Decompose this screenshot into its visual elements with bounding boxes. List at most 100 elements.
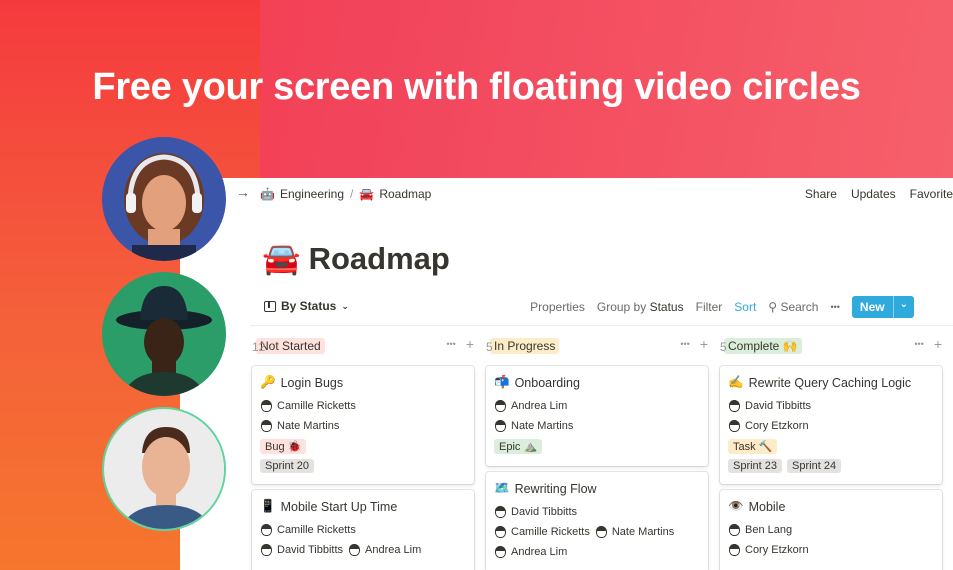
tag-row: Sprint 23 Sprint 24: [728, 459, 842, 473]
person: David Tibbitts: [495, 506, 577, 518]
person: Camille Ricketts: [261, 524, 356, 536]
new-button-label: New: [859, 300, 885, 314]
page-title: 🚘 Roadmap: [262, 240, 450, 277]
filter-button[interactable]: Filter: [696, 300, 723, 314]
card-title-text: Mobile Start Up Time: [280, 499, 398, 514]
add-icon[interactable]: +: [934, 336, 942, 352]
avatar-icon: [261, 420, 272, 432]
person-name: Andrea Lim: [511, 546, 568, 558]
updates-button[interactable]: Updates: [851, 187, 896, 201]
properties-button[interactable]: Properties: [530, 300, 585, 314]
toolbar-actions: Properties Group by Status Filter Sort ⚲…: [530, 296, 914, 318]
person-row: David Tibbitts: [495, 506, 577, 518]
column-tools: ••• +: [446, 336, 474, 352]
group-by-button[interactable]: Group by Status: [597, 300, 684, 314]
avatar-icon: [729, 400, 740, 412]
person: Nate Martins: [261, 420, 339, 432]
woman-headphones-portrait: [102, 137, 226, 261]
column-status-tag[interactable]: Complete 🙌: [724, 338, 802, 354]
avatar-icon: [349, 544, 361, 556]
card-icon: 📱: [260, 499, 276, 513]
person: Nate Martins: [495, 420, 573, 432]
video-circle-2[interactable]: [102, 272, 226, 396]
property-tag[interactable]: Task 🔨: [728, 439, 778, 454]
property-tag[interactable]: Sprint 20: [260, 459, 315, 473]
person-name: Cory Etzkorn: [745, 544, 809, 556]
person-row: Nate Martins: [495, 420, 573, 432]
person: Andrea Lim: [495, 400, 567, 412]
avatar-icon: [495, 420, 506, 432]
board-column: In Progress 5 ••• + 📬 Onboarding Andrea Lim Nat…: [486, 336, 708, 570]
person-row: Andrea Lim: [495, 400, 567, 412]
new-button[interactable]: New ⌄: [851, 296, 914, 318]
board-card[interactable]: 📱 Mobile Start Up Time Camille Ricketts Dav…: [252, 490, 474, 570]
breadcrumb-item-roadmap[interactable]: 🚘 Roadmap: [359, 187, 431, 201]
more-options-icon[interactable]: •••: [914, 336, 923, 352]
person-row: Cory Etzkorn: [729, 544, 809, 556]
chevron-down-icon[interactable]: ⌄: [892, 296, 914, 318]
sort-button[interactable]: Sort: [734, 300, 756, 314]
robot-icon: 🤖: [260, 187, 275, 201]
person-name: Camille Ricketts: [277, 400, 356, 412]
avatar-icon: [261, 544, 272, 556]
add-icon[interactable]: +: [466, 336, 474, 352]
video-circle-3[interactable]: [102, 407, 226, 531]
person: Camille Ricketts: [495, 526, 590, 538]
man-portrait: [104, 409, 224, 529]
person-name: Nate Martins: [511, 420, 574, 432]
breadcrumb-item-engineering[interactable]: 🤖 Engineering: [260, 187, 344, 201]
column-status-tag[interactable]: In Progress: [490, 338, 560, 354]
column-header: Not Started 12 ••• +: [252, 336, 474, 356]
headline: Free your screen with floating video cir…: [92, 66, 861, 108]
search-button[interactable]: ⚲ Search: [768, 300, 818, 314]
person-name: Andrea Lim: [511, 400, 568, 412]
card-title: 📬 Onboarding: [494, 375, 580, 390]
board-card[interactable]: 🗺️ Rewriting Flow David Tibbitts Camille Ri…: [486, 472, 708, 570]
property-tag[interactable]: Bug 🐞: [260, 439, 307, 454]
person-name: Ben Lang: [745, 524, 793, 536]
person-row: Nate Martins: [261, 420, 339, 432]
more-options-icon[interactable]: •••: [446, 336, 455, 352]
card-title: ✍️ Rewrite Query Caching Logic: [728, 375, 911, 390]
property-tag[interactable]: Sprint 24: [787, 459, 842, 473]
board-card[interactable]: 📬 Onboarding Andrea Lim Nate Martins Epic ⛰️: [486, 366, 708, 466]
card-title: 👁️ Mobile: [728, 499, 785, 514]
avatar-icon: [729, 524, 740, 536]
view-selector[interactable]: By Status ⌄: [264, 299, 349, 313]
person: Ben Lang: [729, 524, 792, 536]
person: Andrea Lim: [495, 546, 567, 558]
share-button[interactable]: Share: [805, 187, 837, 201]
search-icon: ⚲: [768, 300, 778, 314]
person-name: Cory Etzkorn: [745, 420, 809, 432]
property-tag[interactable]: Sprint 23: [728, 459, 783, 473]
person-name: David Tibbitts: [745, 400, 812, 412]
more-options-icon[interactable]: •••: [680, 336, 689, 352]
notion-window: → 🤖 Engineering / 🚘 Roadmap Share Update…: [180, 178, 953, 570]
video-circle-1[interactable]: [102, 137, 226, 261]
card-title-text: Rewrite Query Caching Logic: [748, 375, 912, 390]
page-title-text[interactable]: Roadmap: [309, 241, 450, 277]
card-icon: 👁️: [728, 499, 744, 513]
person-row: David Tibbitts Andrea Lim: [261, 544, 421, 556]
column-status-tag[interactable]: Not Started: [256, 338, 325, 354]
chevron-down-icon: ⌄: [341, 300, 349, 311]
person: Cory Etzkorn: [729, 544, 809, 556]
property-tag[interactable]: Epic ⛰️: [494, 439, 543, 454]
add-icon[interactable]: +: [700, 336, 708, 352]
board-card[interactable]: 👁️ Mobile Ben Lang Cory Etzkorn: [720, 490, 942, 570]
card-title-text: Login Bugs: [280, 375, 344, 390]
forward-arrow-icon[interactable]: →: [236, 184, 250, 200]
favorite-button[interactable]: Favorite: [910, 187, 953, 201]
card-title-text: Rewriting Flow: [514, 481, 597, 496]
breadcrumb-label: Engineering: [279, 187, 345, 201]
tag-row: Bug 🐞: [260, 439, 307, 454]
card-title-text: Onboarding: [514, 375, 580, 390]
board-card[interactable]: 🔑 Login Bugs Camille Ricketts Nate Martins B…: [252, 366, 474, 484]
avatar-icon: [495, 506, 506, 518]
column-tools: ••• +: [680, 336, 708, 352]
card-title: 🗺️ Rewriting Flow: [494, 481, 597, 496]
person-name: Camille Ricketts: [511, 526, 590, 538]
tag-row: Task 🔨: [728, 439, 778, 454]
board-card[interactable]: ✍️ Rewrite Query Caching Logic David Tibbi…: [720, 366, 942, 484]
more-options-icon[interactable]: •••: [830, 302, 839, 312]
